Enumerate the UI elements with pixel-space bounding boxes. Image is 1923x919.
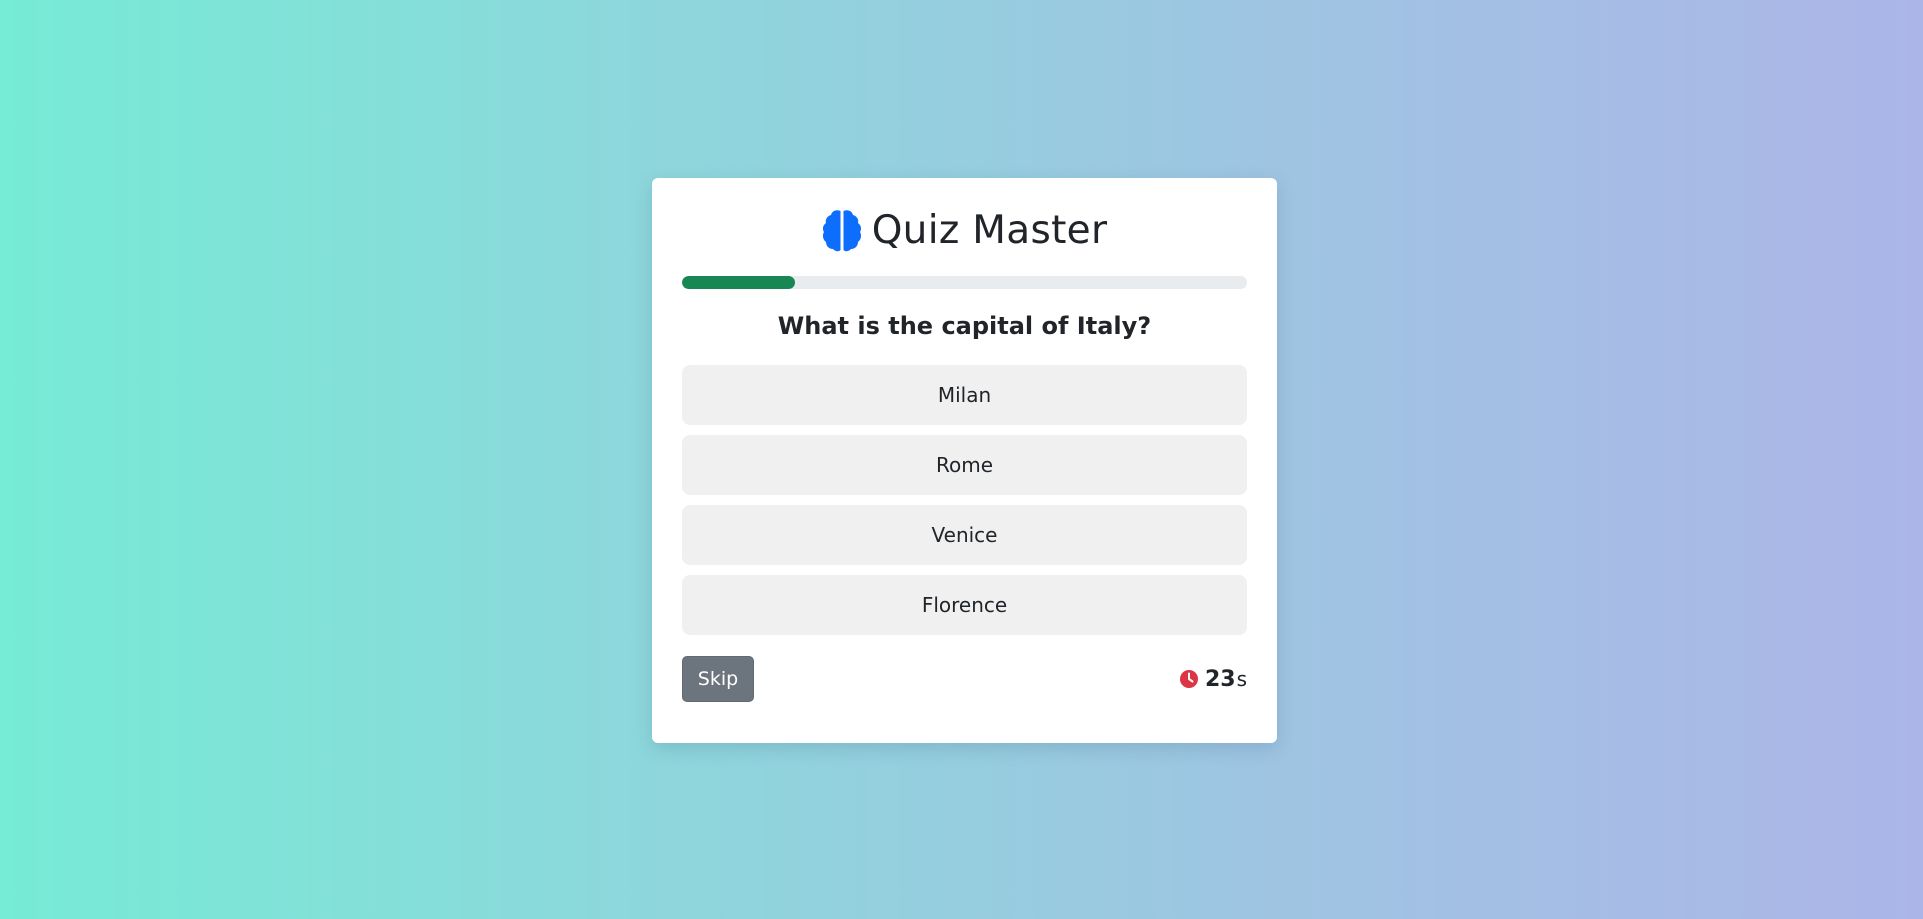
answer-option-florence[interactable]: Florence	[682, 575, 1247, 635]
quiz-card: Quiz Master What is the capital of Italy…	[652, 178, 1277, 743]
brain-icon	[822, 208, 862, 252]
clock-icon	[1179, 669, 1199, 689]
answer-option-venice[interactable]: Venice	[682, 505, 1247, 565]
answer-option-rome[interactable]: Rome	[682, 435, 1247, 495]
answer-option-milan[interactable]: Milan	[682, 365, 1247, 425]
timer: 23 s	[1179, 667, 1247, 692]
page-background: Quiz Master What is the capital of Italy…	[2, 2, 1921, 917]
skip-button[interactable]: Skip	[682, 656, 754, 702]
timer-value: 23	[1204, 666, 1236, 692]
answer-options: Milan Rome Venice Florence	[682, 365, 1247, 645]
quiz-progress-bar	[682, 276, 1247, 289]
app-title: Quiz Master	[871, 207, 1108, 253]
question-text: What is the capital of Italy?	[777, 312, 1152, 340]
quiz-header: Quiz Master	[652, 207, 1277, 253]
timer-unit: s	[1236, 667, 1247, 691]
quiz-footer: Skip 23 s	[682, 656, 1247, 702]
progress-fill	[682, 276, 795, 289]
